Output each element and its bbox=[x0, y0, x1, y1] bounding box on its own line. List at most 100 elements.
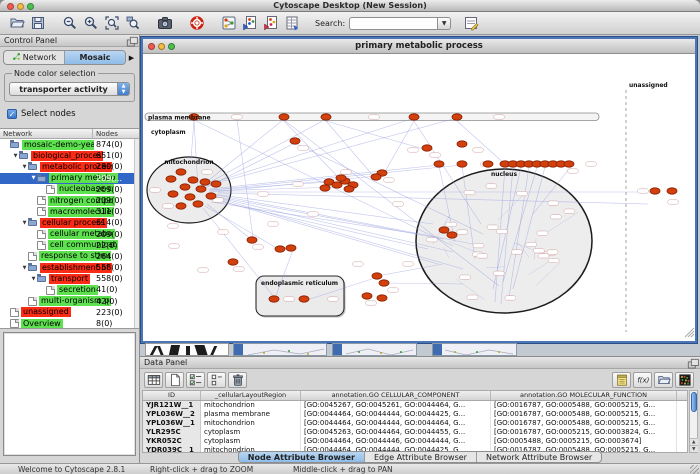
background-window-fragment[interactable] bbox=[233, 343, 327, 356]
birdseye-view[interactable] bbox=[3, 332, 136, 456]
search-input[interactable] bbox=[349, 17, 437, 30]
tree-row-establishment-of-lo[interactable]: ▼establishment of lo558(0) bbox=[0, 262, 139, 273]
row-id-cell[interactable]: YJR121W__1 bbox=[143, 401, 201, 410]
table-scrollbar-thumb[interactable] bbox=[691, 392, 698, 412]
tab-mosaic[interactable]: Mosaic bbox=[65, 51, 125, 64]
attribute-cell[interactable]: cytoplasm bbox=[201, 428, 301, 437]
delete-attribute-icon[interactable] bbox=[228, 372, 247, 388]
tree-column-nodes[interactable]: Nodes bbox=[93, 129, 118, 138]
background-window-fragment[interactable] bbox=[432, 343, 517, 356]
tree-column-network[interactable]: Network bbox=[0, 129, 93, 138]
formula-builder-icon[interactable]: f(x) bbox=[633, 372, 652, 388]
close-view-icon[interactable] bbox=[148, 43, 155, 50]
table-row[interactable]: YJR121W__1mitochondrion[GO:0045267, GO:0… bbox=[143, 401, 687, 410]
minimize-view-icon[interactable] bbox=[158, 43, 165, 50]
tab-network[interactable]: Network bbox=[4, 51, 65, 64]
attribute-cell[interactable]: mitochondrion bbox=[201, 419, 301, 428]
zoom-selected-icon[interactable] bbox=[122, 13, 143, 33]
network-canvas[interactable]: plasma membranecytoplasmmitochondrionnuc… bbox=[143, 54, 695, 339]
float-panel-icon[interactable] bbox=[687, 358, 697, 368]
attribute-cell[interactable]: mitochondrion bbox=[201, 401, 301, 410]
tree-row-overview[interactable]: Overview8(0) bbox=[0, 318, 139, 329]
tab-edge-attribute-browser[interactable]: Edge Attribute Browser bbox=[365, 452, 477, 462]
tree-row-mosaic-demo-yeast[interactable]: mosaic-demo-yeast874(0) bbox=[0, 139, 139, 150]
tree-scrollbar[interactable] bbox=[134, 139, 139, 328]
network-node[interactable] bbox=[344, 186, 354, 192]
tree-row-cellular-metabo[interactable]: cellular metabo209(0) bbox=[0, 229, 139, 240]
attribute-cell[interactable]: [GO:0005488, GO:0005215, GO:0003674] bbox=[491, 437, 677, 446]
zoom-out-icon[interactable] bbox=[59, 13, 80, 33]
disclosure-triangle-icon[interactable]: ▼ bbox=[21, 220, 28, 226]
table-row[interactable]: YPL036W__2plasma membrane[GO:0044464, GO… bbox=[143, 410, 687, 419]
network-node[interactable] bbox=[168, 191, 178, 197]
network-node[interactable] bbox=[321, 114, 331, 120]
zoom-view-icon[interactable] bbox=[168, 43, 175, 50]
tree-row-biological-process[interactable]: ▼biological_process651(0) bbox=[0, 150, 139, 161]
network-node[interactable] bbox=[176, 169, 186, 175]
attribute-notepad-icon[interactable] bbox=[612, 372, 631, 388]
network-node[interactable] bbox=[320, 185, 330, 191]
network-node[interactable] bbox=[447, 232, 457, 238]
network-node[interactable] bbox=[439, 227, 449, 233]
network-node[interactable] bbox=[564, 161, 574, 167]
network-node[interactable] bbox=[206, 193, 216, 199]
attribute-cell[interactable]: cytoplasm bbox=[201, 437, 301, 446]
row-id-cell[interactable]: YPL036W__2 bbox=[143, 410, 201, 419]
table-row[interactable]: YKR052Ccytoplasm[GO:0044464, GO:0044446,… bbox=[143, 437, 687, 446]
disclosure-triangle-icon[interactable]: ▼ bbox=[21, 265, 28, 271]
disclosure-triangle-icon[interactable]: ▼ bbox=[30, 276, 37, 282]
tree-row-unassigned[interactable]: unassigned223(0) bbox=[0, 307, 139, 318]
network-node[interactable] bbox=[269, 296, 279, 302]
network-node[interactable] bbox=[299, 296, 309, 302]
resize-grip-icon[interactable] bbox=[690, 465, 699, 474]
network-node[interactable] bbox=[279, 114, 289, 120]
network-node[interactable] bbox=[286, 245, 296, 251]
attribute-cell[interactable]: [GO:0045263, GO:0044464, GO:0044455, G..… bbox=[301, 428, 491, 437]
tab-node-attribute-browser[interactable]: Node Attribute Browser bbox=[239, 452, 365, 462]
column-header[interactable]: ID bbox=[143, 391, 201, 400]
tree-row-transport[interactable]: ▼transport558(0) bbox=[0, 273, 139, 284]
search-dropdown-arrow-icon[interactable]: ▼ bbox=[437, 17, 451, 30]
attribute-cell[interactable]: [GO:0016787, GO:0005488, GO:0005215, G..… bbox=[491, 401, 677, 410]
import-network-database-icon[interactable] bbox=[260, 13, 281, 33]
table-row[interactable]: YLR295Ccytoplasm[GO:0045263, GO:0044464,… bbox=[143, 428, 687, 437]
network-view-window[interactable]: primary metabolic process plasma membran… bbox=[141, 37, 697, 343]
column-header[interactable]: annotation.GO CELLULAR_COMPONENT bbox=[301, 391, 491, 400]
tab-network-attribute-browser[interactable]: Network Attribute Browser bbox=[477, 452, 601, 462]
import-attribute-table-icon[interactable] bbox=[281, 13, 302, 33]
table-row[interactable]: YPL036W__1mitochondrion[GO:0044464, GO:0… bbox=[143, 419, 687, 428]
window-titlebar[interactable]: Cytoscape Desktop (New Session) bbox=[0, 0, 700, 12]
network-node[interactable] bbox=[434, 161, 444, 167]
attribute-cell[interactable]: [GO:0016787, GO:0005215, GO:0003824, G..… bbox=[491, 428, 677, 437]
attribute-cell[interactable]: [GO:0044464, GO:0044444, GO:0044464, G..… bbox=[301, 419, 491, 428]
row-id-cell[interactable]: YLR295C bbox=[143, 428, 201, 437]
network-node[interactable] bbox=[193, 201, 203, 207]
network-node[interactable] bbox=[228, 259, 238, 265]
select-attributes-icon[interactable] bbox=[186, 372, 205, 388]
network-node[interactable] bbox=[196, 186, 206, 192]
network-node[interactable] bbox=[176, 203, 186, 209]
select-nodes-checkbox[interactable]: ✓ bbox=[7, 109, 17, 119]
attribute-table-icon[interactable] bbox=[144, 372, 163, 388]
attribute-cell[interactable]: [GO:0045267, GO:0045261, GO:0044464, G..… bbox=[301, 401, 491, 410]
network-node[interactable] bbox=[211, 181, 221, 187]
network-window-titlebar[interactable]: primary metabolic process bbox=[143, 39, 695, 54]
tree-row-macromolecule[interactable]: macromolecule311(0) bbox=[0, 206, 139, 217]
disclosure-triangle-icon[interactable]: ▼ bbox=[12, 153, 19, 159]
zoom-window-icon[interactable] bbox=[27, 3, 34, 10]
scroll-up-icon[interactable]: ▲ bbox=[690, 438, 698, 445]
background-window-fragment[interactable] bbox=[332, 343, 417, 356]
overview-window-icon[interactable] bbox=[218, 13, 239, 33]
network-node[interactable] bbox=[185, 194, 195, 200]
attribute-cell[interactable]: [GO:0044464, GO:0044444, GO:0044425, G..… bbox=[301, 410, 491, 419]
background-window-fragment[interactable] bbox=[145, 343, 229, 356]
tree-row-nucleobase-c[interactable]: nucleobase-c209(0) bbox=[0, 184, 139, 195]
network-node[interactable] bbox=[371, 174, 381, 180]
network-node[interactable] bbox=[180, 184, 190, 190]
import-network-file-icon[interactable] bbox=[239, 13, 260, 33]
tree-row-metabolic-process[interactable]: ▼metabolic process280(0) bbox=[0, 161, 139, 172]
network-node[interactable] bbox=[452, 114, 462, 120]
network-node[interactable] bbox=[457, 141, 467, 147]
tree-row-secretion[interactable]: secretion41(0) bbox=[0, 284, 139, 295]
attribute-cell[interactable]: plasma membrane bbox=[201, 410, 301, 419]
